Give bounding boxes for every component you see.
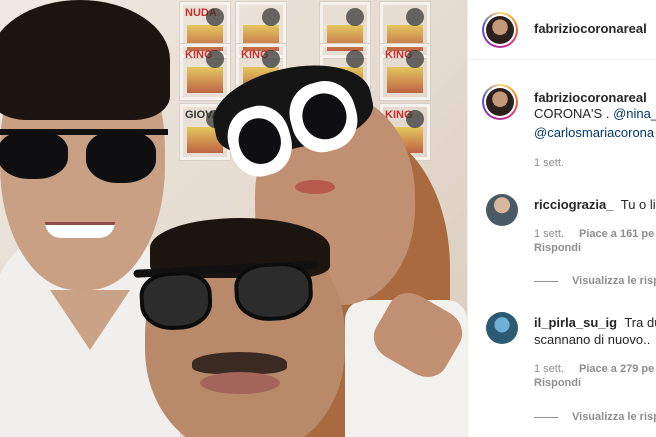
caption-text: CORONA'S . (534, 106, 614, 121)
reply-button[interactable]: Rispondi (534, 242, 581, 254)
post-header: fabriziocoronareal (468, 0, 656, 60)
commenter-avatar[interactable] (486, 194, 518, 226)
sunglasses (0, 125, 168, 187)
comment-text-continued: scannano di nuovo.. (534, 332, 651, 347)
comment-time[interactable]: 1 sett. (534, 363, 564, 375)
sunglasses (133, 260, 321, 340)
post-photo[interactable]: NUDA KING KING KING GIOVAN KING (0, 0, 467, 437)
comment-text: Tra du (624, 315, 656, 330)
caption-avatar[interactable] (482, 84, 518, 120)
author-avatar[interactable] (482, 12, 518, 48)
post-timestamp[interactable]: 1 sett. (534, 157, 564, 169)
comment-username[interactable]: il_pirla_su_ig (534, 315, 617, 330)
author-username[interactable]: fabriziocoronareal (534, 21, 647, 36)
caption-line-1: CORONA'S . @nina_ (534, 105, 656, 122)
post-side-panel: fabriziocoronareal fabriziocoronareal CO… (467, 0, 656, 437)
comment-likes[interactable]: Piace a 279 pe (579, 363, 654, 375)
comment: ricciograzia_ Tu o li (534, 196, 656, 213)
commenter-avatar[interactable] (486, 312, 518, 344)
view-replies-button[interactable]: Visualizza le risp (534, 275, 656, 287)
poster: KING (180, 44, 230, 100)
mention-link[interactable]: @nina_ (613, 106, 656, 121)
reply-button[interactable]: Rispondi (534, 377, 581, 389)
mention-link[interactable]: @carlosmariacorona (534, 124, 654, 141)
comment-text: Tu o li (620, 197, 656, 212)
caption-username[interactable]: fabriziocoronareal (534, 90, 647, 105)
comment: il_pirla_su_ig Tra du (534, 314, 656, 331)
view-replies-button[interactable]: Visualizza le risp (534, 411, 656, 423)
comment-likes[interactable]: Piace a 161 pe (579, 228, 654, 240)
comment-username[interactable]: ricciograzia_ (534, 197, 614, 212)
poster: KING (380, 44, 430, 100)
comment-time[interactable]: 1 sett. (534, 228, 564, 240)
